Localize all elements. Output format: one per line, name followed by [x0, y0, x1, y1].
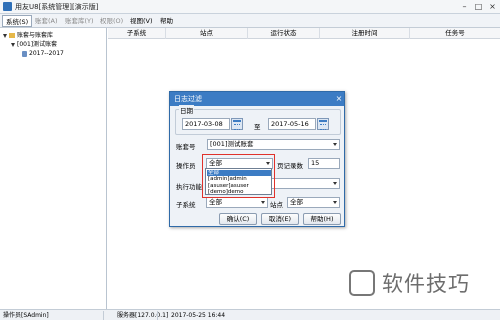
database-icon: [22, 50, 27, 57]
column-header-site[interactable]: 站点: [166, 28, 248, 39]
dialog-title: 日志过滤: [170, 92, 344, 106]
help-button[interactable]: 帮助(H): [303, 213, 341, 225]
site-label: 站点: [270, 201, 283, 209]
status-datetime: 2017-05-25 16:44: [171, 312, 226, 319]
tree-year-label: 2017--2017: [29, 50, 64, 57]
close-button[interactable]: ×: [486, 1, 499, 12]
title-bar: 用友U8[系统管理][演示版] – □ ×: [0, 0, 500, 14]
chevron-down-icon: [333, 143, 337, 146]
subsystem-select[interactable]: 全部: [206, 197, 268, 208]
menu-account-library[interactable]: 账套库(Y): [62, 15, 97, 27]
app-logo-icon: [3, 2, 12, 11]
folder-icon: [9, 33, 15, 38]
tree-account-item[interactable]: [001]测试账套: [11, 40, 57, 49]
task-grid-header: 子系统 站点 运行状态 注册时间 任务号: [108, 28, 500, 39]
site-select-value: 全部: [290, 198, 303, 206]
page-records-label: 页记录数: [277, 162, 303, 170]
date-to-input[interactable]: 2017-05-16: [268, 118, 316, 130]
date-to-label: 至: [254, 123, 261, 131]
calendar-icon[interactable]: [317, 118, 329, 130]
account-select-value: [001]测试账套: [210, 140, 254, 148]
subsystem-label: 子系统: [176, 201, 196, 209]
operator-label: 操作员: [176, 162, 196, 170]
date-from-input[interactable]: 2017-03-08: [182, 118, 230, 130]
menu-view[interactable]: 视图(V): [127, 15, 156, 27]
maximize-button[interactable]: □: [472, 1, 485, 12]
account-select[interactable]: [001]测试账套: [207, 139, 340, 150]
column-header-task-number[interactable]: 任务号: [410, 28, 500, 39]
chevron-down-icon: [333, 182, 337, 185]
highlight-annotation-box: [202, 154, 275, 198]
date-group-title: 日期: [179, 105, 194, 115]
account-tree: 账套与账套库 [001]测试账套 2017--2017: [0, 28, 107, 310]
menu-account[interactable]: 账套(A): [32, 15, 61, 27]
chevron-down-icon: [333, 201, 337, 204]
status-operator: 操作员[SAdmin]: [3, 312, 49, 319]
tree-account-label: [001]测试账套: [17, 41, 58, 48]
tree-root-label: 账套与账套库: [17, 32, 54, 39]
status-separator: [103, 311, 104, 320]
menu-bar: 系统(S) 账套(A) 账套库(Y) 权限(O) 视图(V) 帮助: [0, 14, 500, 28]
menu-system[interactable]: 系统(S): [2, 15, 33, 27]
expand-icon[interactable]: [11, 42, 15, 47]
status-bar: 操作员[SAdmin] 服务器[127.0.0.1] 2017-05-25 16…: [0, 309, 500, 320]
watermark-logo-icon: [349, 270, 375, 296]
menu-permission[interactable]: 权限(O): [97, 15, 126, 27]
column-header-subsystem[interactable]: 子系统: [108, 28, 166, 39]
status-separator: [157, 311, 158, 320]
cancel-button[interactable]: 取消(E): [261, 213, 299, 225]
tree-root-item[interactable]: 账套与账套库: [3, 31, 53, 40]
watermark-text: 软件技巧: [382, 272, 470, 296]
function-label: 执行功能: [176, 183, 202, 191]
column-header-register-time[interactable]: 注册时间: [320, 28, 410, 39]
site-select[interactable]: 全部: [287, 197, 340, 208]
window-title: 用友U8[系统管理][演示版]: [15, 3, 99, 11]
tree-year-item[interactable]: 2017--2017: [22, 49, 64, 58]
confirm-button[interactable]: 确认(C): [219, 213, 257, 225]
page-records-input[interactable]: 15: [308, 158, 340, 169]
status-server: 服务器[127.0.0.1]: [117, 312, 169, 319]
chevron-down-icon: [261, 201, 265, 204]
dialog-close-button[interactable]: ×: [334, 93, 344, 105]
subsystem-select-value: 全部: [209, 198, 222, 206]
account-label: 账套号: [176, 143, 196, 151]
column-header-run-status[interactable]: 运行状态: [248, 28, 320, 39]
expand-icon[interactable]: [3, 33, 7, 38]
menu-help[interactable]: 帮助: [157, 15, 176, 27]
calendar-icon[interactable]: [231, 118, 243, 130]
minimize-button[interactable]: –: [458, 1, 471, 12]
